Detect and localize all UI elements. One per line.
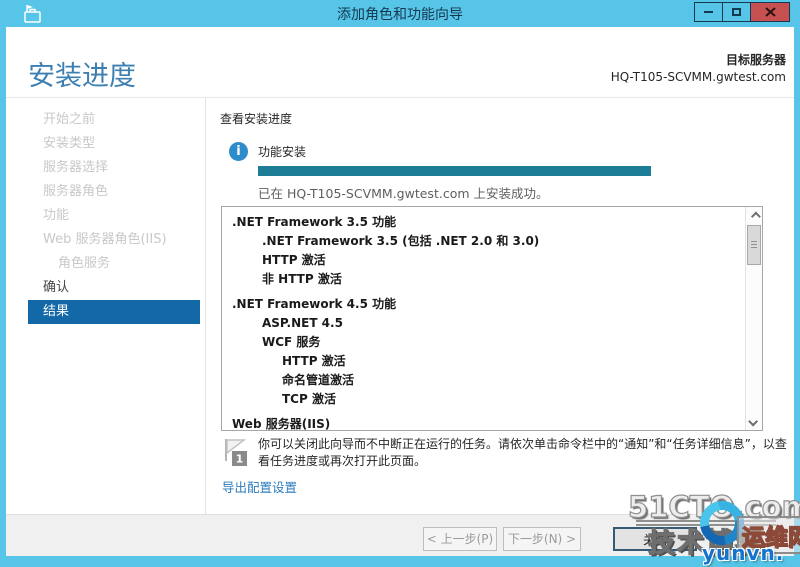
sidebar-item-role-services: 角色服务 [58,256,111,271]
list-item: .NET Framework 4.5 功能 [232,297,397,311]
sidebar-item-before-you-begin: 开始之前 [43,112,96,127]
maximize-icon [732,8,741,16]
list-item: 命名管道激活 [282,373,355,387]
list-item: Web 服务器(IIS) [232,417,331,431]
sidebar-item-installation-type: 安装类型 [43,136,96,151]
wizard-steps-sidebar: 开始之前 安装类型 服务器选择 服务器角色 功能 Web 服务器角色(IIS) … [6,108,205,324]
svg-text:1: 1 [236,453,244,466]
minimize-icon [704,11,713,13]
target-server-name: HQ-T105-SCVMM.gwtest.com [610,70,786,84]
progress-bar-fill [258,166,651,176]
list-item: 非 HTTP 激活 [262,272,342,286]
close-icon [764,7,776,17]
window-border-right [794,27,800,567]
list-item: TCP 激活 [282,392,336,406]
window-title: 添加角色和功能向导 [337,7,463,23]
list-item: WCF 服务 [262,335,321,349]
sidebar-item-confirmation[interactable]: 确认 [6,276,205,300]
minimize-button[interactable] [694,2,723,22]
sidebar-item-server-roles: 服务器角色 [43,184,109,199]
sidebar-item-results[interactable]: 结果 [28,300,200,324]
chevron-up-icon [750,211,761,221]
previous-button[interactable]: < 上一步(P) [423,527,497,551]
target-server-label: 目标服务器 [725,53,786,67]
scrollbar-thumb[interactable] [747,225,761,265]
target-server-block: 目标服务器 HQ-T105-SCVMM.gwtest.com [611,51,786,84]
list-item: ASP.NET 4.5 [262,316,343,330]
sidebar-divider [205,98,206,514]
scrollbar[interactable] [745,207,762,430]
title-bar: 添加角色和功能向导 [0,0,800,27]
progress-bar [258,166,651,176]
wizard-window: 添加角色和功能向导 安装进度 目标服务器 HQ-T105-SCVMM.gwtes… [0,0,800,567]
list-item: HTTP 激活 [262,253,326,267]
list-item: .NET Framework 3.5 (包括 .NET 2.0 和 3.0) [262,234,540,248]
page-title: 安装进度 [28,61,136,92]
section-title: 查看安装进度 [220,112,293,126]
sidebar-item-server-selection: 服务器选择 [43,160,109,175]
chevron-down-icon [747,416,758,426]
scroll-down-button[interactable] [746,413,762,429]
list-item: .NET Framework 3.5 功能 [232,215,397,229]
scroll-up-button[interactable] [746,208,762,224]
header-divider [6,97,794,98]
info-icon: i [229,142,248,161]
next-button[interactable]: 下一步(N) > [503,527,581,551]
export-configuration-link[interactable]: 导出配置设置 [222,477,297,496]
close-window-button[interactable] [750,2,790,22]
list-item: HTTP 激活 [282,354,346,368]
sidebar-item-web-server-role-iis: Web 服务器角色(IIS) [43,232,167,247]
progress-message: 已在 HQ-T105-SCVMM.gwtest.com 上安装成功。 [258,186,549,201]
progress-label: 功能安装 [258,145,307,159]
close-wizard-note: 你可以关闭此向导而不中断正在运行的任务。请依次单击命令栏中的“通知”和“任务详细… [258,437,787,468]
watermark-url: yunvn. com [702,541,785,567]
installation-results-list[interactable]: .NET Framework 3.5 功能 .NET Framework 3.5… [221,206,763,431]
sidebar-item-features: 功能 [43,208,70,223]
maximize-button[interactable] [722,2,751,22]
notification-flag-icon: 1 [225,439,247,466]
